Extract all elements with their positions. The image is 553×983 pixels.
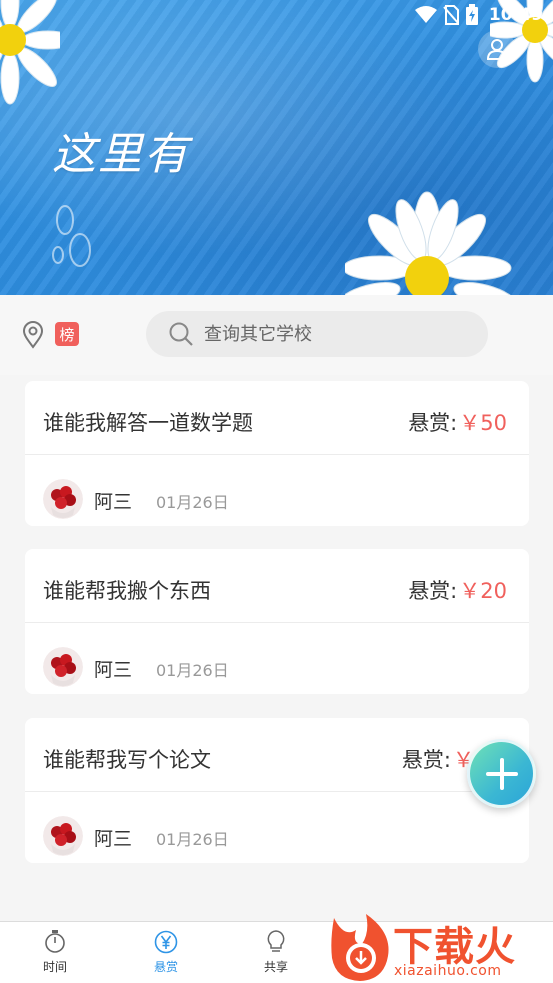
rank-badge[interactable]: 榜 <box>55 322 79 346</box>
search-icon <box>169 322 193 346</box>
wifi-icon <box>414 6 437 23</box>
banner: 这里有 10:49 <box>0 0 553 295</box>
task-title: 谁能帮我搬个东西 <box>43 579 211 603</box>
card-divider <box>25 791 529 792</box>
task-title: 谁能我解答一道数学题 <box>43 411 253 435</box>
watermark-url: xiazaihuo.com <box>394 963 502 979</box>
nav-item-share[interactable]: 共享 <box>246 930 306 975</box>
task-title: 谁能帮我写个论文 <box>43 748 211 772</box>
reward-amount: ￥50 <box>459 411 507 435</box>
task-reward: 悬赏: ￥20 <box>408 575 507 605</box>
task-card[interactable]: 谁能我解答一道数学题 悬赏: ￥50 阿三 01月26日 <box>25 381 529 526</box>
post-date: 01月26日 <box>156 830 229 849</box>
user-icon <box>486 39 508 60</box>
add-task-button[interactable] <box>467 739 536 808</box>
avatar[interactable] <box>43 479 83 519</box>
author-name: 阿三 <box>94 659 133 681</box>
flame-logo-icon <box>331 914 389 981</box>
author-name: 阿三 <box>94 491 133 513</box>
banner-title: 这里有 <box>52 129 190 180</box>
task-card[interactable]: 谁能帮我写个论文 悬赏: ￥ 阿三 01月26日 <box>25 718 529 863</box>
bubbles-decoration <box>52 205 91 267</box>
task-card[interactable]: 谁能帮我搬个东西 悬赏: ￥20 阿三 01月26日 <box>25 549 529 694</box>
task-reward: 悬赏: ￥50 <box>408 407 507 437</box>
nav-label: 时间 <box>42 960 67 974</box>
rose-bouquet-icon <box>43 479 83 519</box>
card-divider <box>25 622 529 623</box>
rose-bouquet-icon <box>43 647 83 687</box>
reward-label: 悬赏: <box>408 411 458 435</box>
watermark: 下载火 xiazaihuo.com <box>326 910 553 983</box>
location-pin-icon[interactable] <box>22 321 44 349</box>
author-name: 阿三 <box>94 828 133 850</box>
no-sim-icon <box>443 5 459 25</box>
rose-bouquet-icon <box>43 816 83 856</box>
nav-item-time[interactable]: 时间 <box>25 930 85 975</box>
reward-amount: ￥20 <box>459 579 507 603</box>
nav-label: 悬赏 <box>153 960 178 974</box>
profile-button[interactable] <box>478 30 516 68</box>
reward-label: 悬赏: <box>401 748 451 772</box>
search-box[interactable] <box>146 311 488 357</box>
avatar[interactable] <box>43 647 83 687</box>
yen-coin-icon <box>154 930 178 954</box>
post-date: 01月26日 <box>156 661 229 680</box>
daisy-icon <box>345 191 515 295</box>
task-reward: 悬赏: ￥ <box>402 744 474 774</box>
card-divider <box>25 454 529 455</box>
stopwatch-icon <box>45 930 65 953</box>
search-input[interactable] <box>204 323 474 345</box>
reward-label: 悬赏: <box>408 579 458 603</box>
avatar[interactable] <box>43 816 83 856</box>
nav-label: 共享 <box>263 960 288 974</box>
battery-charging-icon <box>465 4 478 25</box>
nav-item-reward[interactable]: 悬赏 <box>136 930 196 975</box>
plus-icon <box>485 757 518 790</box>
post-date: 01月26日 <box>156 493 229 512</box>
lightbulb-icon <box>267 930 285 952</box>
status-bar: 10:49 <box>0 0 553 30</box>
status-time: 10:49 <box>488 5 543 25</box>
